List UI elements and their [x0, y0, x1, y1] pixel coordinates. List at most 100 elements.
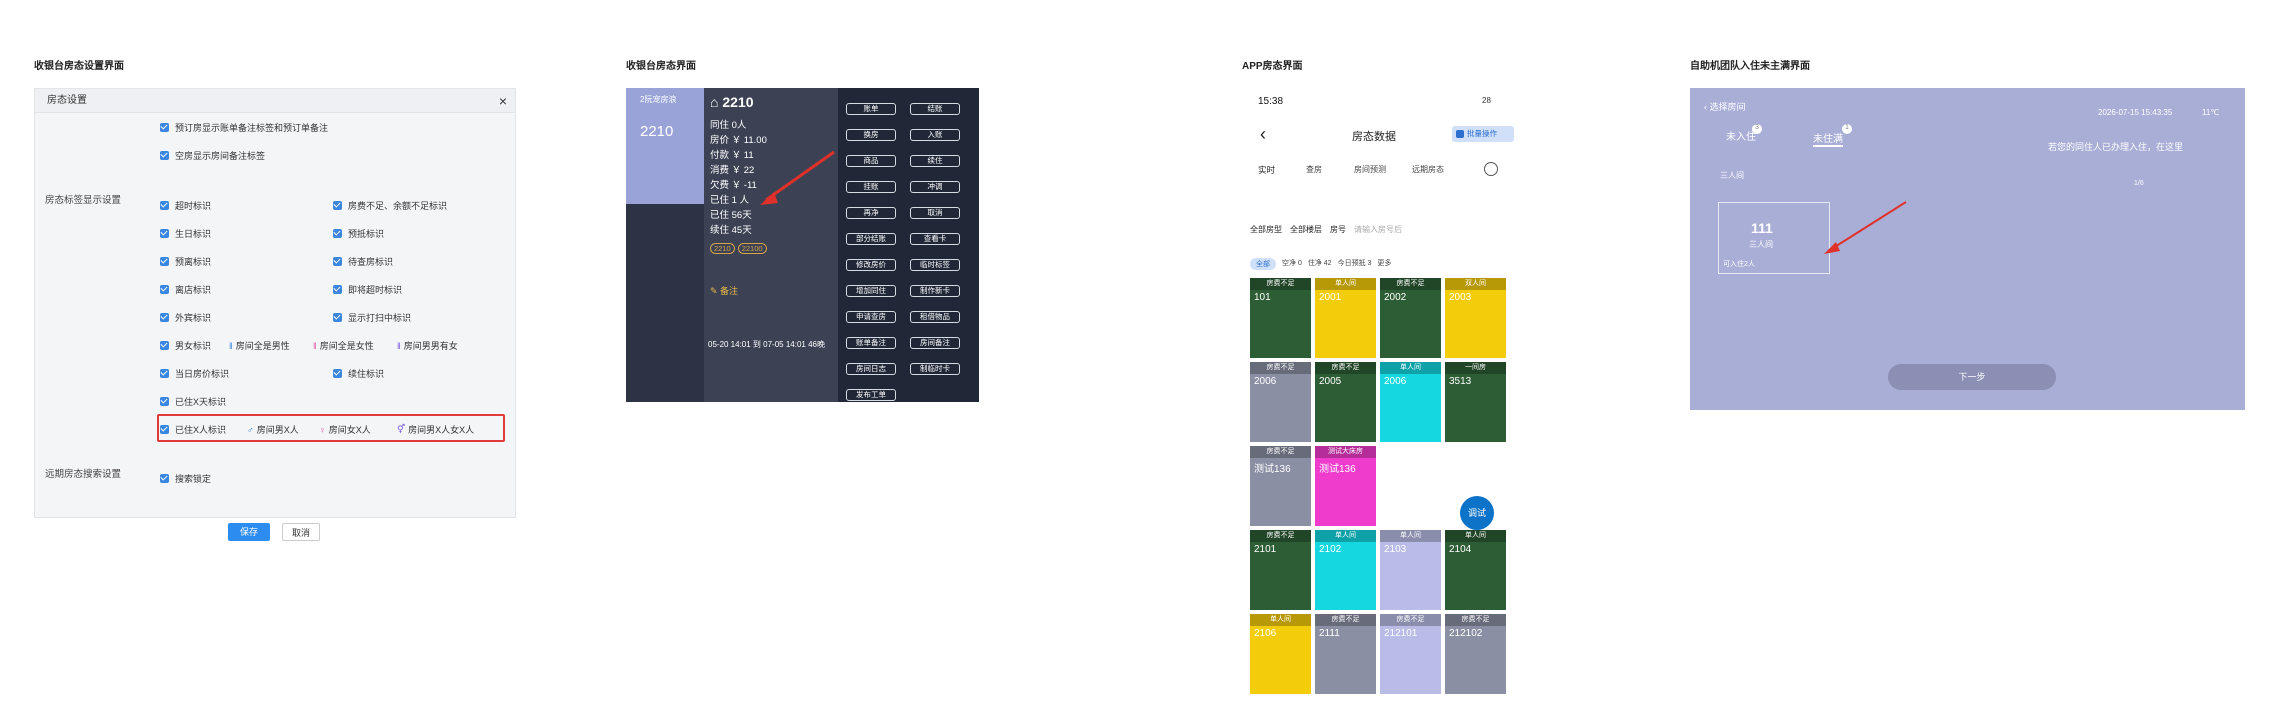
btn-checkout[interactable]: 结账 [910, 103, 960, 115]
room-tile[interactable]: 双人间 2003 [1445, 278, 1506, 358]
room-settings-dialog: 房态设置 × 预订房显示账单备注标签和预订单备注 空房显示房间备注标签 房态标签… [34, 88, 516, 518]
btn-goods[interactable]: 商品 [846, 155, 896, 167]
save-button[interactable]: 保存 [228, 523, 270, 541]
datetime: 2026-07-15 15:43:35 [2098, 108, 2173, 117]
btn-cancel[interactable]: 取消 [910, 207, 960, 219]
room-tile[interactable]: 房费不足 测试136 [1250, 446, 1311, 526]
checkbox-stayed-days[interactable]: 已住X天标识 [160, 395, 226, 408]
btn-charge[interactable]: 挂账 [846, 181, 896, 193]
tab-forecast[interactable]: 房间预测 [1354, 164, 1386, 175]
section-tag-display: 房态标签显示设置 [45, 195, 122, 206]
room-tile-number: 2104 [1449, 544, 1472, 555]
settings-icon[interactable] [1484, 162, 1498, 176]
tab-realtime[interactable]: 实时 [1258, 164, 1275, 176]
checkbox-search-lock[interactable]: 搜索锁定 [160, 472, 211, 485]
room-card[interactable]: 111 三人间 可入住2人 [1718, 202, 1830, 274]
checkbox-reserved-note[interactable]: 预订房显示账单备注标签和预订单备注 [160, 121, 328, 134]
btn-partial-checkout[interactable]: 部分结账 [846, 233, 896, 245]
back-icon[interactable]: ‹ [1260, 124, 1266, 145]
room-tile[interactable]: 房费不足 101 [1250, 278, 1311, 358]
btn-work-order[interactable]: 发布工单 [846, 389, 896, 401]
checkbox-departure[interactable]: 预离标识 [160, 255, 211, 268]
room-tile-status: 单人间 [1380, 362, 1441, 374]
checkbox-inspect[interactable]: 待查房标识 [333, 255, 393, 268]
room-tile[interactable]: 单人间 2001 [1315, 278, 1376, 358]
room-tile[interactable]: 测试大床房 测试136 [1315, 446, 1376, 526]
status-all[interactable]: 全部 [1250, 258, 1276, 270]
close-icon[interactable]: × [499, 89, 507, 113]
status-occupied[interactable]: 住净 42 [1308, 258, 1332, 270]
btn-rent-item[interactable]: 租借物品 [910, 311, 960, 323]
room-search-input[interactable]: 请输入房号后 [1354, 224, 1402, 235]
btn-add-guest[interactable]: 增加同住 [846, 285, 896, 297]
btn-request-inspect[interactable]: 申请查房 [846, 311, 896, 323]
checkbox-balance-low[interactable]: 房费不足、余额不足标识 [333, 199, 447, 212]
btn-temp-tag[interactable]: 临时标签 [910, 259, 960, 271]
filter-type[interactable]: 全部房型 [1250, 224, 1282, 235]
room-tile[interactable]: 房费不足 2101 [1250, 530, 1311, 610]
checkbox-daily-rate[interactable]: 当日房价标识 [160, 367, 229, 380]
room-tile-status: 房费不足 [1250, 362, 1311, 374]
btn-room-note[interactable]: 房间备注 [910, 337, 960, 349]
cancel-button[interactable]: 取消 [282, 523, 320, 541]
room-tile[interactable]: 房费不足 2002 [1380, 278, 1441, 358]
btn-temp-card[interactable]: 制临时卡 [910, 363, 960, 375]
room-tile[interactable]: 单人间 2006 [1380, 362, 1441, 442]
checkbox-foreigner[interactable]: 外宾标识 [160, 311, 211, 324]
room-tile-number: 2101 [1254, 544, 1277, 555]
room-tile[interactable]: 单人间 2102 [1315, 530, 1376, 610]
room-tile-status: 双人间 [1445, 278, 1506, 290]
room-tile[interactable]: 一间房 3513 [1445, 362, 1506, 442]
batch-button[interactable]: 批量操作 [1452, 126, 1514, 142]
btn-change-room[interactable]: 换房 [846, 129, 896, 141]
btn-edit-rate[interactable]: 修改房价 [846, 259, 896, 271]
btn-bill-note[interactable]: 账单备注 [846, 337, 896, 349]
room-tile-status: 房费不足 [1250, 530, 1311, 542]
room-tile[interactable]: 单人间 2103 [1380, 530, 1441, 610]
checkbox-empty-note[interactable]: 空房显示房间备注标签 [160, 149, 265, 162]
tab-remote[interactable]: 远期房态 [1412, 164, 1444, 175]
gender-mixed: ǁ 房间男男有女 [397, 340, 458, 352]
status-arrival[interactable]: 今日预抵 3 [1338, 258, 1372, 270]
room-tile-number: 2002 [1384, 292, 1407, 303]
status-vacant[interactable]: 空净 0 [1282, 258, 1302, 270]
room-tile[interactable]: 房费不足 2111 [1315, 614, 1376, 694]
btn-reclean[interactable]: 再净 [846, 207, 896, 219]
room-tile[interactable]: 房费不足 2006 [1250, 362, 1311, 442]
checkbox-overtime[interactable]: 超时标识 [160, 199, 211, 212]
checkbox-checkout[interactable]: 离店标识 [160, 283, 211, 296]
status-more[interactable]: 更多 [1377, 258, 1391, 270]
room-tile-status: 房费不足 [1380, 278, 1441, 290]
room-tile[interactable]: 房费不足 2005 [1315, 362, 1376, 442]
tab-inspect[interactable]: 查房 [1306, 164, 1322, 175]
checkbox-birthday[interactable]: 生日标识 [160, 227, 211, 240]
room-tile[interactable]: 单人间 2104 [1445, 530, 1506, 610]
room-tile[interactable]: 单人间 2106 [1250, 614, 1311, 694]
room-info-card[interactable]: ⌂ 2210 同住 0人 房价 ￥ 11.00 付款 ￥ 11 消费 ￥ 22 欠费 … [704, 88, 838, 402]
btn-room-log[interactable]: 房间日志 [846, 363, 896, 375]
room-tile[interactable]: 房费不足 212102 [1445, 614, 1506, 694]
room-card-bg[interactable]: 2210 2阮宠房浪 [626, 88, 704, 204]
filter-room-no[interactable]: 房号 [1330, 224, 1346, 235]
checkbox-cleaning[interactable]: 显示打扫中标识 [333, 311, 411, 324]
stay-period: 05-20 14:01 到 07-05 14:01 46晚 [708, 340, 825, 349]
room-tile[interactable]: 房费不足 212101 [1380, 614, 1441, 694]
btn-view-card[interactable]: 查看卡 [910, 233, 960, 245]
btn-bill[interactable]: 账单 [846, 103, 896, 115]
checkbox-stayed-people[interactable]: 已住X人标识 [160, 423, 226, 436]
btn-extend[interactable]: 续住 [910, 155, 960, 167]
notice-link[interactable]: 若您的同住人已办理入住，在这里 [2048, 140, 2183, 153]
tab-not-full[interactable]: 未住满 [1813, 130, 1843, 147]
checkbox-arrival[interactable]: 预抵标识 [333, 227, 384, 240]
btn-post[interactable]: 入账 [910, 129, 960, 141]
checkbox-extend[interactable]: 续住标识 [333, 367, 384, 380]
filter-floor[interactable]: 全部楼层 [1290, 224, 1322, 235]
back-button[interactable]: ‹ 选择房间 [1704, 100, 1746, 113]
checkbox-soon-overtime[interactable]: 即将超时标识 [333, 283, 402, 296]
checkbox-gender[interactable]: 男女标识 [160, 339, 211, 352]
btn-new-card[interactable]: 制作新卡 [910, 285, 960, 297]
btn-adjust[interactable]: 冲调 [910, 181, 960, 193]
note-label[interactable]: ✎ 备注 [710, 284, 738, 297]
debug-float-button[interactable]: 调试 [1460, 496, 1494, 530]
next-button[interactable]: 下一步 [1888, 364, 2056, 390]
